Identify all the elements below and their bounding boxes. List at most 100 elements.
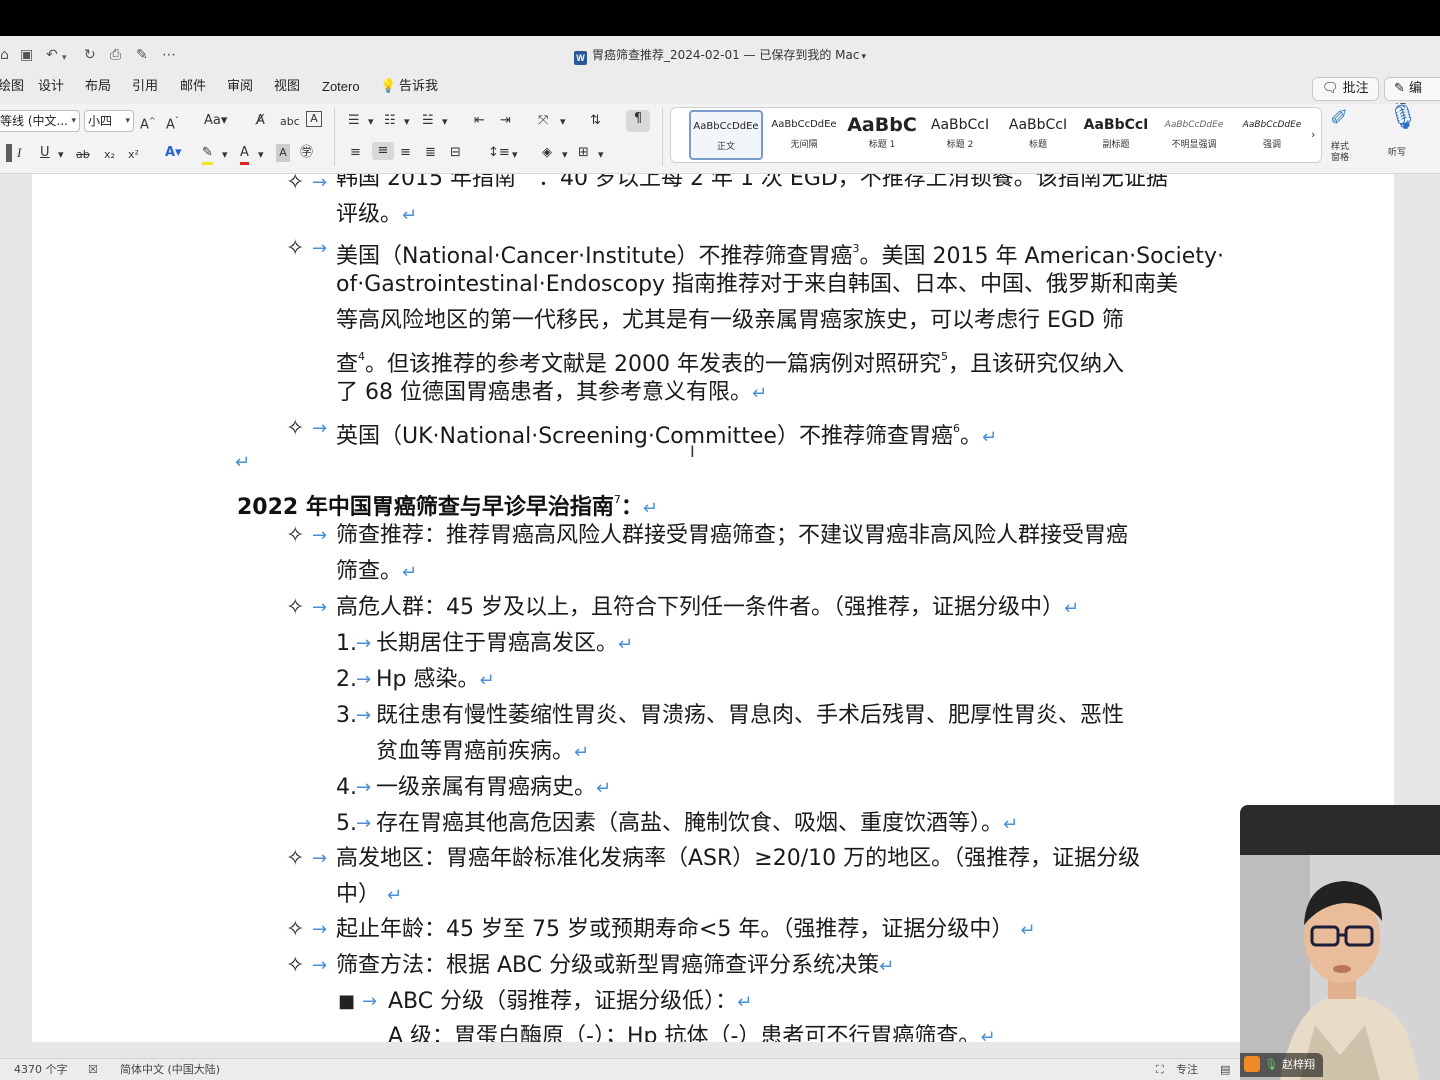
tab-tell-me[interactable]: 告诉我 <box>399 79 438 95</box>
tab-review[interactable]: 审阅 <box>227 79 253 95</box>
font-color-icon[interactable]: A <box>240 144 249 165</box>
line-spacing-icon[interactable]: ↕≡ <box>488 144 510 162</box>
style-normal[interactable]: AaBbCcDdEe 正文 <box>689 110 763 160</box>
borders-icon[interactable]: ⊞ <box>578 144 589 162</box>
tab-mailings[interactable]: 邮件 <box>180 79 206 95</box>
footnote-ref[interactable]: 5 <box>941 350 948 363</box>
style-no-spacing[interactable]: AaBbCcDdEe 无间隔 <box>767 110 841 160</box>
text-line: 查4。但该推荐的参考文献是 2000 年发表的一篇病例对照研究5，且该研究仅纳入 <box>336 342 1124 380</box>
print-layout-icon[interactable]: ▤ <box>1220 1063 1230 1077</box>
tab-view[interactable]: 视图 <box>274 79 300 95</box>
enclose-characters-icon[interactable]: ㊫ <box>300 144 313 162</box>
style-name: 正文 <box>716 142 735 152</box>
highlight-icon[interactable]: ✎ <box>202 144 213 165</box>
chevron-down-icon[interactable]: ▾ <box>562 146 568 164</box>
tab-zotero[interactable]: Zotero <box>322 79 360 95</box>
style-subtle-emphasis[interactable]: AaBbCcDdEe 不明显强调 <box>1157 110 1231 160</box>
distributed-icon[interactable]: ⊟ <box>450 144 461 162</box>
chevron-down-icon[interactable]: ▾ <box>512 146 518 164</box>
sort-icon[interactable]: ⇅ <box>590 112 601 130</box>
chevron-down-icon: ▾ <box>861 52 867 62</box>
justify-icon[interactable]: ≣ <box>425 144 436 162</box>
dictate-label[interactable]: 听写 <box>1388 144 1406 162</box>
style-heading-2[interactable]: AaBbCcI 标题 2 <box>923 110 997 160</box>
footnote-ref[interactable]: 7 <box>614 493 621 506</box>
strikethrough-icon[interactable]: ab <box>76 146 90 164</box>
video-call-window[interactable]: 🎙 赵梓翔 <box>1240 805 1440 1080</box>
paragraph-mark-icon: ↵ <box>596 778 612 799</box>
document-title[interactable]: W 胃癌筛查推荐_2024-02-01 — 已保存到我的 Mac ▾ <box>0 46 1440 65</box>
word-count[interactable]: 4370 个字 <box>14 1063 68 1077</box>
show-formatting-icon[interactable]: ¶ <box>626 110 650 132</box>
align-center-icon[interactable]: ≡ <box>372 142 394 160</box>
superscript-icon[interactable]: x² <box>128 146 139 164</box>
phonetic-guide-icon[interactable]: abc <box>280 113 300 131</box>
paragraph-mark-icon: ↵ <box>1020 920 1036 941</box>
chevron-down-icon[interactable]: ▾ <box>368 113 374 131</box>
underline-icon[interactable]: U <box>40 144 50 162</box>
footnote-ref[interactable]: 6 <box>953 422 960 435</box>
font-size-select[interactable]: 小四 ▾ <box>84 110 134 132</box>
multilevel-list-icon[interactable]: ☱ <box>422 112 434 130</box>
styles-pane-icon[interactable]: ✐ <box>1330 108 1348 130</box>
chevron-down-icon[interactable]: ▾ <box>58 146 64 164</box>
align-right-icon[interactable]: ≡ <box>400 144 411 162</box>
change-case-icon[interactable]: Aa▾ <box>204 112 227 130</box>
increase-indent-icon[interactable]: ⇥ <box>500 112 511 130</box>
language-indicator[interactable]: 简体中文 (中国大陆) <box>120 1063 220 1077</box>
chevron-down-icon[interactable]: ▾ <box>442 113 448 131</box>
chevron-right-icon[interactable]: › <box>1311 126 1315 144</box>
paragraph-mark-icon: ↵ <box>981 427 998 448</box>
style-sample: AaBbCcDdEe <box>1164 120 1224 130</box>
chevron-down-icon[interactable]: ▾ <box>404 113 410 131</box>
proofing-icon[interactable]: ☒ <box>88 1063 98 1077</box>
text-line-content: 筛查。 <box>336 559 403 584</box>
paragraph-mark-icon: ↵ <box>479 670 495 691</box>
character-border-icon[interactable]: A <box>306 111 322 127</box>
text-direction-icon[interactable]: ⤧ <box>538 112 548 130</box>
style-subtitle[interactable]: AaBbCcI 副标题 <box>1079 110 1153 160</box>
bold-icon[interactable] <box>6 144 12 162</box>
lightbulb-icon[interactable]: 💡 <box>380 79 396 95</box>
chevron-down-icon[interactable]: ▾ <box>222 146 228 164</box>
font-name-select[interactable]: 等线 (中文... ▾ <box>0 110 80 132</box>
bullets-icon[interactable]: ☰ <box>348 112 360 130</box>
style-title[interactable]: AaBbCcI 标题 <box>1001 110 1075 160</box>
tab-references[interactable]: 引用 <box>132 79 158 95</box>
style-sample: AaBbCcDdEe <box>1242 120 1302 130</box>
text-line: of·Gastrointestinal·Endoscopy 指南推荐对于来自韩国… <box>336 272 1179 297</box>
subscript-icon[interactable]: x₂ <box>104 146 115 164</box>
italic-icon[interactable]: I <box>17 144 21 162</box>
chevron-down-icon[interactable]: ▾ <box>560 113 566 131</box>
shading-icon[interactable]: ◈ <box>542 144 552 162</box>
tab-design[interactable]: 设计 <box>38 79 64 95</box>
styles-pane-label[interactable]: 样式 窗格 <box>1331 142 1349 164</box>
text-effects-icon[interactable]: A▾ <box>165 144 182 162</box>
tab-draw[interactable]: 绘图 <box>0 79 24 95</box>
focus-mode-label[interactable]: 专注 <box>1176 1063 1198 1077</box>
tab-layout[interactable]: 布局 <box>85 79 111 95</box>
chevron-down-icon[interactable]: ▾ <box>598 146 604 164</box>
editing-button[interactable]: ✎ 编辑 <box>1384 77 1440 118</box>
align-left-icon[interactable]: ≡ <box>350 144 361 162</box>
footnote-ref[interactable]: 3 <box>853 242 860 255</box>
comments-button[interactable]: 🗨 批注 <box>1312 77 1379 101</box>
shrink-font-icon[interactable]: Aˇ <box>166 112 179 134</box>
character-shading-icon[interactable]: A <box>276 144 290 162</box>
text-line-content: 贫血等胃癌前疾病。 <box>376 739 575 764</box>
style-name: 无间隔 <box>790 140 818 150</box>
footnote-ref[interactable]: 4 <box>358 350 365 363</box>
text-line-content: 英国（UK·National·Screening·Committee）不推荐筛查… <box>336 424 953 449</box>
style-heading-1[interactable]: AaBbC 标题 1 <box>845 110 919 160</box>
document-page[interactable]: ✧ → 韩国 2015 年指南 ：40 岁以上每 2 年 1 次 EGD，不推荐… <box>32 174 1394 1042</box>
microphone-icon[interactable]: 🎙 <box>1388 105 1418 129</box>
clear-formatting-icon[interactable]: A̸ <box>256 112 265 130</box>
numbering-icon[interactable]: ☷ <box>384 112 396 130</box>
style-emphasis[interactable]: AaBbCcDdEe 强调 <box>1235 110 1309 160</box>
chevron-down-icon[interactable]: ▾ <box>258 146 264 164</box>
grow-font-icon[interactable]: A^ <box>140 112 156 134</box>
text-line: A 级：胃蛋白酶原（-）；Hp 抗体（-）患者可不行胃癌筛查。↵ <box>388 1022 996 1042</box>
decrease-indent-icon[interactable]: ⇤ <box>474 112 485 130</box>
focus-icon[interactable]: ⛶ <box>1156 1063 1164 1077</box>
list-number: 4. <box>336 775 357 800</box>
